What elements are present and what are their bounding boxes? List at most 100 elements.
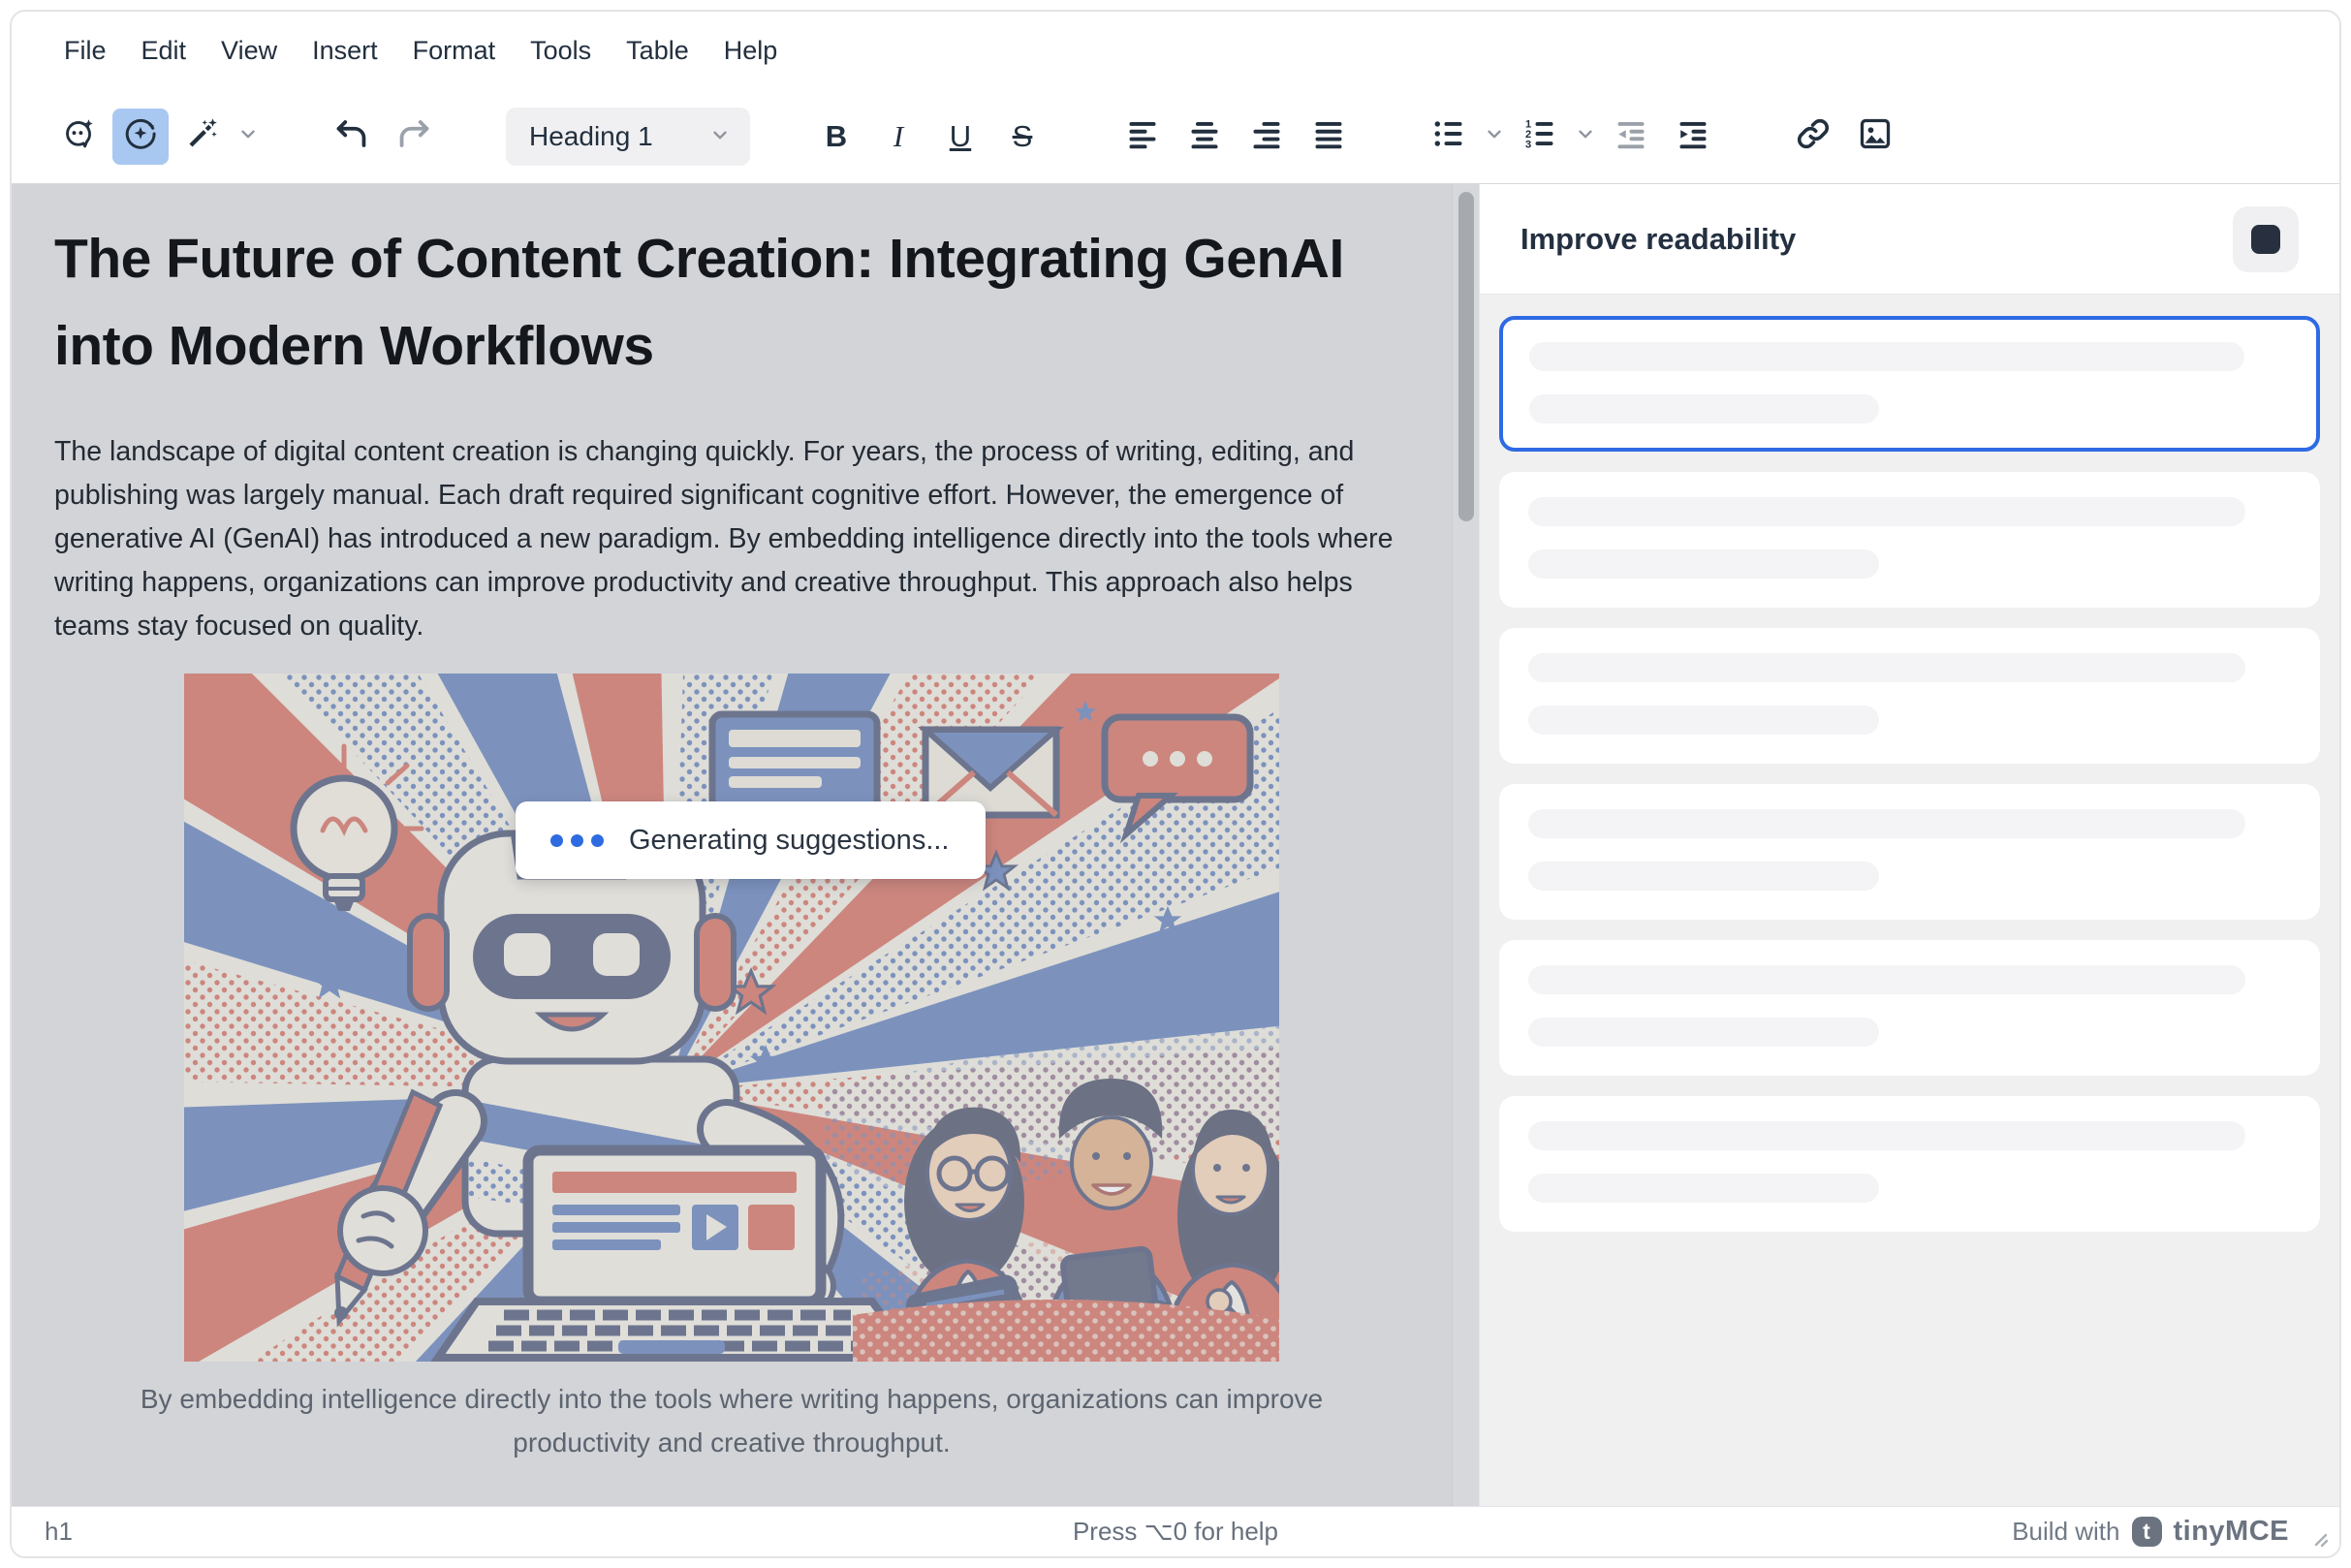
tinymce-logo-icon: t <box>2132 1517 2162 1547</box>
tinymce-editor-window: File Edit View Insert Format Tools Table… <box>10 10 2341 1558</box>
suggestion-card[interactable] <box>1499 940 2320 1076</box>
toolbar: Heading 1 B I U S <box>12 89 2339 184</box>
loading-dots-icon <box>550 834 604 847</box>
indent-icon <box>1676 116 1710 156</box>
menu-format[interactable]: Format <box>395 26 514 76</box>
outdent-icon <box>1614 116 1648 156</box>
undo-icon <box>334 116 369 156</box>
redo-icon <box>396 116 431 156</box>
align-center-button[interactable] <box>1176 109 1233 165</box>
italic-label: I <box>893 119 903 154</box>
chevron-down-icon <box>709 121 731 152</box>
menu-help[interactable]: Help <box>706 26 796 76</box>
stop-generation-button[interactable] <box>2233 206 2299 272</box>
menu-tools[interactable]: Tools <box>513 26 609 76</box>
strikethrough-button[interactable]: S <box>994 109 1050 165</box>
align-left-button[interactable] <box>1114 109 1171 165</box>
link-button[interactable] <box>1785 109 1841 165</box>
skeleton-line <box>1528 1121 2245 1150</box>
skeleton-line <box>1528 1174 1879 1203</box>
align-left-icon <box>1125 116 1160 156</box>
image-button[interactable] <box>1847 109 1903 165</box>
document-heading: The Future of Content Creation: Integrat… <box>54 215 1409 390</box>
outdent-button[interactable] <box>1603 109 1659 165</box>
sidebar-header: Improve readability <box>1480 184 2339 295</box>
format-select[interactable]: Heading 1 <box>506 108 750 166</box>
chevron-down-icon <box>1575 123 1596 149</box>
main-area: The Future of Content Creation: Integrat… <box>12 184 2339 1506</box>
skeleton-line <box>1528 862 1879 891</box>
ai-chat-button[interactable] <box>50 109 107 165</box>
image-caption: By embedding intelligence directly into … <box>54 1377 1409 1464</box>
chevron-down-icon <box>237 123 259 149</box>
ai-review-button[interactable] <box>112 109 169 165</box>
suggestion-card[interactable] <box>1499 628 2320 764</box>
bold-button[interactable]: B <box>808 109 864 165</box>
improve-readability-panel: Improve readability <box>1479 184 2339 1506</box>
skeleton-line <box>1529 394 1879 423</box>
bullet-list-button[interactable] <box>1421 109 1477 165</box>
suggestion-card[interactable] <box>1499 1096 2320 1232</box>
suggestion-card[interactable] <box>1499 472 2320 608</box>
branding-prefix: Build with <box>2012 1517 2119 1547</box>
numbered-list-button[interactable]: 123 <box>1512 109 1568 165</box>
underline-label: U <box>950 119 971 154</box>
align-right-button[interactable] <box>1238 109 1295 165</box>
ai-shortcuts-dropdown[interactable] <box>236 109 260 165</box>
menu-view[interactable]: View <box>204 26 295 76</box>
numbered-list-icon: 123 <box>1522 116 1557 156</box>
align-justify-button[interactable] <box>1301 109 1357 165</box>
help-shortcut-text: Press ⌥0 for help <box>12 1517 2339 1547</box>
chevron-down-icon <box>1484 123 1505 149</box>
bullet-list-dropdown[interactable] <box>1483 109 1506 165</box>
strikethrough-label: S <box>1013 119 1033 154</box>
editor-scrollbar[interactable] <box>1452 184 1479 1506</box>
bold-label: B <box>826 119 847 154</box>
branding-name: tinyMCE <box>2174 1516 2290 1548</box>
link-icon <box>1796 116 1831 156</box>
svg-text:3: 3 <box>1525 139 1531 150</box>
skeleton-line <box>1528 809 2245 838</box>
underline-button[interactable]: U <box>932 109 988 165</box>
generating-suggestions-toast: Generating suggestions... <box>516 801 986 879</box>
italic-button[interactable]: I <box>870 109 926 165</box>
sidebar-title: Improve readability <box>1520 222 1796 257</box>
editor-dim-overlay <box>184 674 1279 1362</box>
indent-button[interactable] <box>1665 109 1721 165</box>
skeleton-line <box>1528 706 1879 735</box>
format-select-value: Heading 1 <box>529 121 653 152</box>
status-bar: Press ⌥0 for help h1 Build with t tinyMC… <box>12 1506 2339 1556</box>
magic-wand-icon <box>185 116 220 156</box>
menu-table[interactable]: Table <box>609 26 706 76</box>
suggestion-card-selected[interactable] <box>1499 316 2320 452</box>
skeleton-line <box>1528 653 2245 682</box>
menu-edit[interactable]: Edit <box>124 26 204 76</box>
skeleton-line <box>1528 965 2245 994</box>
undo-button[interactable] <box>324 109 380 165</box>
skeleton-line <box>1529 342 2244 371</box>
document-illustration <box>184 674 1279 1362</box>
scrollbar-thumb[interactable] <box>1458 192 1474 521</box>
image-icon <box>1858 116 1893 156</box>
editor-content[interactable]: The Future of Content Creation: Integrat… <box>12 184 1452 1506</box>
numbered-list-dropdown[interactable] <box>1574 109 1597 165</box>
ai-review-icon <box>123 116 158 156</box>
document-paragraph: The landscape of digital content creatio… <box>54 430 1409 648</box>
suggestion-card[interactable] <box>1499 784 2320 920</box>
skeleton-line <box>1528 549 1879 579</box>
menu-insert[interactable]: Insert <box>295 26 395 76</box>
generating-suggestions-text: Generating suggestions... <box>629 825 949 857</box>
skeleton-line <box>1528 1018 1879 1047</box>
suggestion-card-list <box>1480 295 2339 1273</box>
align-center-icon <box>1187 116 1222 156</box>
bullet-list-icon <box>1431 116 1466 156</box>
align-right-icon <box>1249 116 1284 156</box>
menu-bar: File Edit View Insert Format Tools Table… <box>12 12 2339 89</box>
skeleton-line <box>1528 497 2245 526</box>
ai-chat-icon <box>61 116 96 156</box>
stop-icon <box>2251 225 2280 254</box>
menu-file[interactable]: File <box>47 26 124 76</box>
branding[interactable]: Build with t tinyMCE <box>2012 1516 2339 1548</box>
redo-button[interactable] <box>386 109 442 165</box>
ai-shortcuts-button[interactable] <box>174 109 231 165</box>
